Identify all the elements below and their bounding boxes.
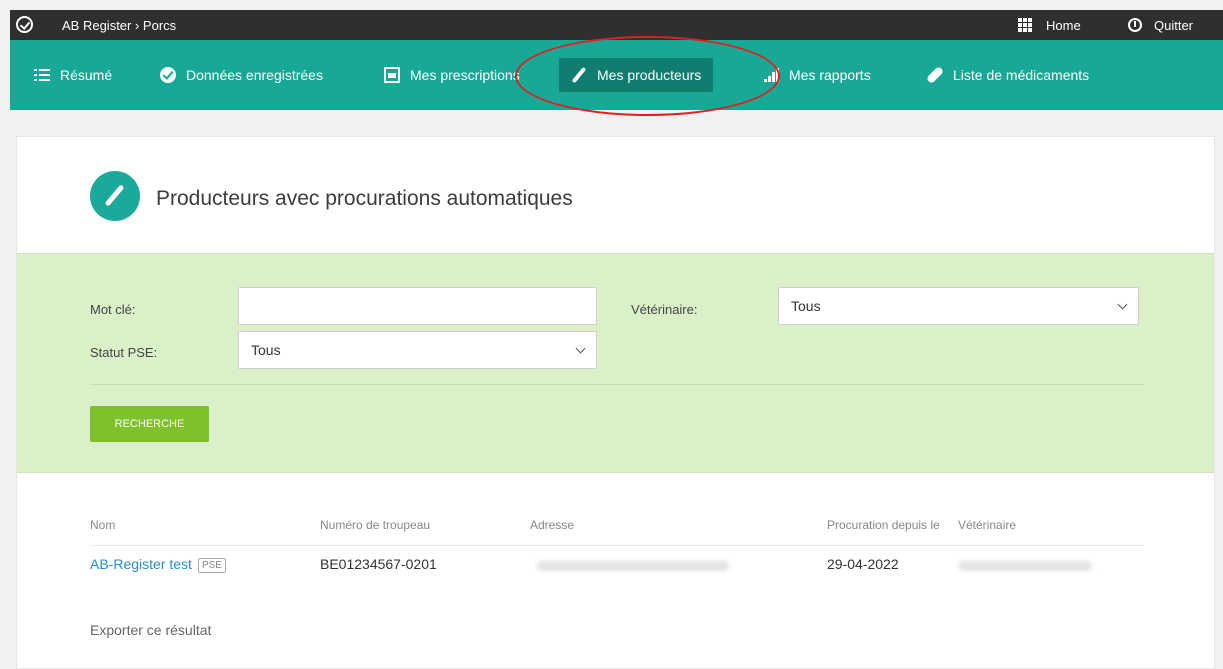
home-link[interactable]: Home <box>1018 14 1081 36</box>
address-cell-blurred <box>537 561 729 571</box>
syringe-icon <box>571 67 587 83</box>
nav-item-producteurs[interactable]: Mes producteurs <box>559 58 714 92</box>
nav-item-label: Liste de médicaments <box>953 67 1090 83</box>
table-divider <box>90 545 1144 546</box>
nav-item-label: Données enregistrées <box>186 67 323 83</box>
syringe-icon <box>90 171 140 221</box>
keyword-input[interactable] <box>238 287 597 325</box>
column-header-procuration[interactable]: Procuration depuis le <box>827 518 940 532</box>
chevron-down-icon <box>575 343 586 353</box>
check-circle-icon[interactable] <box>16 16 33 33</box>
export-link[interactable]: Exporter ce résultat <box>90 622 211 638</box>
pse-select-value: Tous <box>251 342 281 358</box>
pill-icon <box>927 67 943 83</box>
breadcrumb[interactable]: AB Register › Porcs <box>62 18 176 33</box>
top-bar: AB Register › Porcs Home Quitter <box>10 10 1223 40</box>
page-title: Producteurs avec procurations automatiqu… <box>156 187 573 210</box>
vet-label: Vétérinaire: <box>631 302 698 317</box>
quit-label: Quitter <box>1154 17 1194 33</box>
column-header-veterinaire[interactable]: Vétérinaire <box>958 518 1016 532</box>
vet-select-value: Tous <box>791 298 821 314</box>
pse-label: Statut PSE: <box>90 345 158 360</box>
keyword-label: Mot clé: <box>90 302 136 317</box>
column-header-nom[interactable]: Nom <box>90 518 115 532</box>
producer-link[interactable]: AB-Register test PSE <box>90 556 226 573</box>
nav-item-donnees[interactable]: Données enregistrées <box>148 58 335 92</box>
vet-select[interactable]: Tous <box>778 287 1139 325</box>
power-icon <box>1128 18 1142 32</box>
filter-panel: Mot clé: Vétérinaire: Tous Statut PSE: T… <box>17 253 1214 473</box>
nav-item-label: Mes producteurs <box>597 67 702 83</box>
column-header-troupeau[interactable]: Numéro de troupeau <box>320 518 430 532</box>
divider <box>90 384 1144 385</box>
nav-item-rapports[interactable]: Mes rapports <box>751 58 883 92</box>
column-header-adresse[interactable]: Adresse <box>530 518 574 532</box>
nav-item-label: Résumé <box>60 67 113 83</box>
nav-item-medicaments[interactable]: Liste de médicaments <box>915 58 1101 92</box>
pse-select[interactable]: Tous <box>238 331 597 369</box>
quit-link[interactable]: Quitter <box>1128 14 1193 36</box>
nav-item-resume[interactable]: Résumé <box>22 58 124 92</box>
vet-cell-blurred <box>958 561 1092 571</box>
search-button[interactable]: RECHERCHE <box>90 406 209 442</box>
nav-item-label: Mes prescriptions <box>410 67 520 83</box>
chevron-down-icon <box>1117 299 1128 309</box>
date-cell: 29-04-2022 <box>827 556 899 572</box>
nav-item-label: Mes rapports <box>789 67 871 83</box>
check-circle-icon <box>160 67 176 83</box>
troupeau-cell: BE01234567-0201 <box>320 556 437 572</box>
main-card: Producteurs avec procurations automatiqu… <box>16 136 1215 669</box>
bar-chart-icon <box>763 67 779 83</box>
list-icon <box>34 67 50 83</box>
home-label: Home <box>1046 17 1081 33</box>
pse-badge: PSE <box>197 558 226 573</box>
grid-icon <box>1018 18 1032 32</box>
nav-item-prescriptions[interactable]: Mes prescriptions <box>372 58 532 92</box>
main-nav: Résumé Données enregistrées Mes prescrip… <box>10 40 1223 110</box>
document-icon <box>384 67 400 83</box>
